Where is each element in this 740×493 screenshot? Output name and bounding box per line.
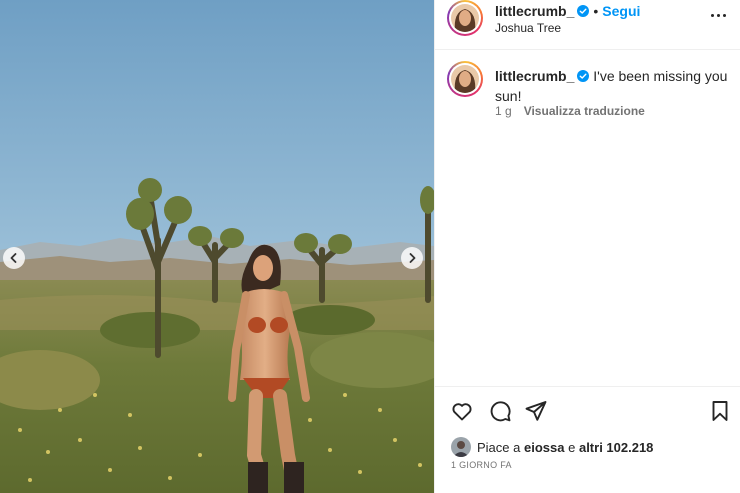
comment-button[interactable] [488, 399, 512, 423]
chevron-left-icon [10, 253, 17, 263]
paper-plane-icon [525, 401, 547, 421]
post-side-panel: littlecrumb_ • Segui Joshua Tree littlecru… [434, 0, 740, 493]
author-avatar-image [451, 4, 479, 32]
save-button[interactable] [708, 399, 732, 423]
liker-avatar[interactable] [451, 437, 471, 457]
chevron-right-icon [409, 253, 416, 263]
share-button[interactable] [524, 399, 548, 423]
verified-badge-icon [577, 70, 590, 82]
author-avatar[interactable] [447, 0, 483, 36]
liker-avatar-image [451, 437, 471, 457]
author-username[interactable]: littlecrumb_ [495, 3, 574, 19]
bookmark-icon [712, 401, 728, 421]
liker-username[interactable]: eiossa [524, 440, 564, 455]
post-header: littlecrumb_ • Segui Joshua Tree [435, 0, 740, 50]
comment-bubble-icon [490, 401, 511, 422]
post-photo [0, 0, 434, 493]
like-button[interactable] [450, 399, 474, 423]
more-options-icon[interactable] [711, 10, 727, 20]
likes-count[interactable]: altri 102.218 [579, 440, 653, 455]
heart-outline-icon [452, 403, 472, 421]
post-timestamp[interactable]: 1 GIORNO FA [451, 460, 512, 470]
verified-badge-icon [577, 5, 590, 17]
likes-middle: e [568, 439, 576, 455]
post-location[interactable]: Joshua Tree [495, 21, 561, 35]
likes-summary[interactable]: Piace a eiossa e altri 102.218 [451, 437, 653, 457]
caption-avatar-image [451, 65, 479, 93]
action-bar [435, 386, 740, 434]
next-photo-button[interactable] [401, 247, 423, 269]
caption-username[interactable]: littlecrumb_ [495, 68, 574, 84]
post-media[interactable] [0, 0, 434, 493]
follow-button[interactable]: Segui [602, 3, 640, 19]
see-translation-button[interactable]: Visualizza traduzione [524, 104, 645, 118]
previous-photo-button[interactable] [3, 247, 25, 269]
likes-prefix: Piace a [477, 439, 521, 455]
separator-dot: • [593, 3, 599, 19]
caption-age: 1 g [495, 104, 512, 118]
caption-avatar[interactable] [447, 61, 483, 97]
